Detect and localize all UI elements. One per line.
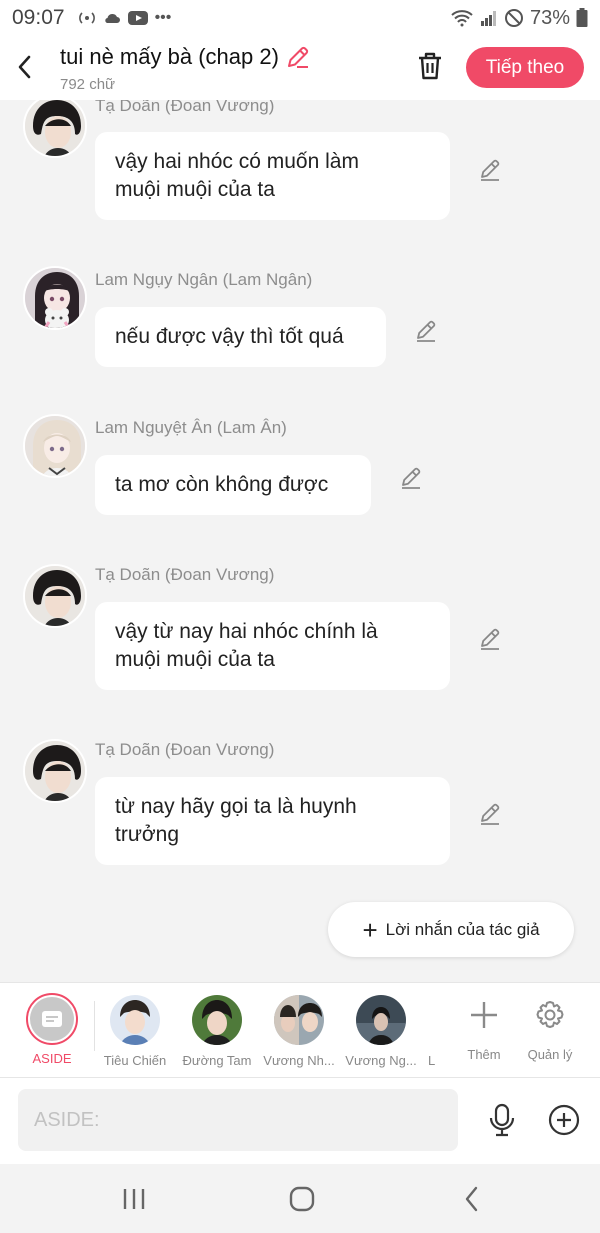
header: tui nè mấy bà (chap 2) 792 chữ Tiếp theo xyxy=(0,36,600,100)
add-character-button[interactable]: Thêm xyxy=(454,995,514,1073)
youtube-icon xyxy=(127,11,148,25)
character-item[interactable]: Vương Nh... xyxy=(258,995,338,1075)
do-not-disturb-icon xyxy=(504,9,523,27)
avatar[interactable] xyxy=(23,100,87,158)
pencil-icon xyxy=(481,159,500,181)
back-button[interactable] xyxy=(10,50,38,84)
battery-percent: 73% xyxy=(529,6,570,29)
message-bubble[interactable]: ta mơ còn không được xyxy=(95,455,371,515)
pencil-icon xyxy=(417,320,436,342)
battery-icon xyxy=(576,8,588,27)
edit-message-button[interactable] xyxy=(476,156,504,184)
message-line: vậy hai nhóc có muốn làm xyxy=(115,150,359,173)
avatar xyxy=(110,995,160,1045)
avatar[interactable] xyxy=(23,266,87,330)
add-character-label: Thêm xyxy=(467,1047,501,1062)
edit-message-button[interactable] xyxy=(476,625,504,653)
author-note-label: Lời nhắn của tác giả xyxy=(385,919,540,939)
system-back-button[interactable] xyxy=(452,1182,492,1216)
wifi-icon xyxy=(451,10,473,27)
microphone-icon xyxy=(489,1103,515,1137)
plus-icon: + xyxy=(362,914,378,945)
message-line: từ nay hãy gọi ta là huynh xyxy=(115,795,357,818)
trash-icon xyxy=(419,52,441,80)
avatar xyxy=(356,995,406,1045)
character-name: Tiêu Chiến xyxy=(103,1053,167,1068)
sender-name: Lam Ngụy Ngân (Lam Ngân) xyxy=(95,270,313,289)
next-button[interactable]: Tiếp theo xyxy=(466,47,584,88)
character-item[interactable]: Đường Tam xyxy=(176,995,256,1075)
signal-icon xyxy=(480,11,496,26)
home-icon xyxy=(289,1186,315,1212)
message-line: trưởng xyxy=(115,823,180,846)
avatar xyxy=(274,995,324,1045)
status-bar: 09:07 ••• 73% xyxy=(0,0,600,36)
message-line: muội muội của ta xyxy=(115,648,275,671)
home-button[interactable] xyxy=(282,1182,322,1216)
cloud-icon xyxy=(104,13,120,23)
edit-message-button[interactable] xyxy=(412,317,440,345)
character-name: Vương Ng... xyxy=(345,1053,417,1068)
avatar[interactable] xyxy=(23,564,87,628)
aside-tab[interactable]: ASIDE xyxy=(26,993,78,1073)
word-count: 792 chữ xyxy=(60,76,116,93)
aside-label: ASIDE xyxy=(32,1051,72,1066)
character-item[interactable]: Tiêu Chiến xyxy=(94,995,174,1075)
pencil-icon xyxy=(481,803,500,825)
pencil-icon xyxy=(287,46,309,68)
hotspot-icon xyxy=(78,12,95,24)
story-title-text: tui nè mấy bà (chap 2) xyxy=(60,44,279,69)
input-bar xyxy=(0,1078,600,1164)
edit-message-button[interactable] xyxy=(397,464,425,492)
status-notification-icons: ••• xyxy=(77,9,172,27)
message-line: ta mơ còn không được xyxy=(115,473,329,496)
chevron-left-icon xyxy=(18,55,31,79)
character-bar: ASIDE Tiêu Chiến Đường Tam Vương Nh... V… xyxy=(0,982,600,1078)
character-name: Vương Nh... xyxy=(263,1053,335,1068)
message-bubble[interactable]: vậy hai nhóc có muốn làm muội muội của t… xyxy=(95,132,450,220)
plus-icon xyxy=(464,995,504,1035)
sender-name: Lam Nguyệt Ân (Lam Ân) xyxy=(95,418,287,437)
message-input[interactable] xyxy=(18,1089,458,1151)
sender-name: Tạ Doãn (Đoan Vương) xyxy=(95,740,275,759)
microphone-button[interactable] xyxy=(484,1102,520,1138)
message-bubble[interactable]: từ nay hãy gọi ta là huynh trưởng xyxy=(95,777,450,865)
back-icon xyxy=(465,1186,478,1212)
gear-icon xyxy=(530,995,570,1035)
status-right: 73% xyxy=(450,7,588,30)
message-bubble[interactable]: vậy từ nay hai nhóc chính là muội muội c… xyxy=(95,602,450,690)
recent-apps-button[interactable] xyxy=(114,1182,154,1216)
sender-name: Tạ Doãn (Đoan Vương) xyxy=(95,565,275,584)
pencil-icon xyxy=(481,628,500,650)
message-line: vậy từ nay hai nhóc chính là xyxy=(115,620,378,643)
avatar xyxy=(192,995,242,1045)
aside-icon-ring xyxy=(26,993,78,1045)
chat-area: Tạ Doãn (Đoan Vương) vậy hai nhóc có muố… xyxy=(0,100,600,982)
message-line: muội muội của ta xyxy=(115,178,275,201)
delete-button[interactable] xyxy=(412,48,448,84)
character-name: L xyxy=(428,1053,436,1068)
system-nav-bar xyxy=(0,1164,600,1233)
message-icon xyxy=(30,997,74,1041)
sender-name: Tạ Doãn (Đoan Vương) xyxy=(95,100,275,115)
author-note-button[interactable]: + Lời nhắn của tác giả xyxy=(328,902,574,957)
story-title[interactable]: tui nè mấy bà (chap 2) xyxy=(60,44,311,70)
avatar[interactable] xyxy=(23,739,87,803)
recent-apps-icon xyxy=(123,1189,145,1209)
edit-message-button[interactable] xyxy=(476,800,504,828)
avatar[interactable] xyxy=(23,414,87,478)
add-attachment-button[interactable] xyxy=(546,1102,582,1138)
manage-characters-label: Quản lý xyxy=(527,1047,573,1062)
message-line: nếu được vậy thì tốt quá xyxy=(115,325,344,348)
character-item[interactable]: Vương Ng... xyxy=(340,995,420,1075)
status-time: 09:07 xyxy=(12,6,65,29)
character-item[interactable]: L xyxy=(422,995,444,1075)
plus-circle-icon xyxy=(548,1104,580,1136)
manage-characters-button[interactable]: Quản lý xyxy=(520,995,580,1073)
pencil-icon xyxy=(402,467,421,489)
message-bubble[interactable]: nếu được vậy thì tốt quá xyxy=(95,307,386,367)
more-notifications-icon: ••• xyxy=(154,9,172,26)
character-name: Đường Tam xyxy=(182,1053,252,1068)
